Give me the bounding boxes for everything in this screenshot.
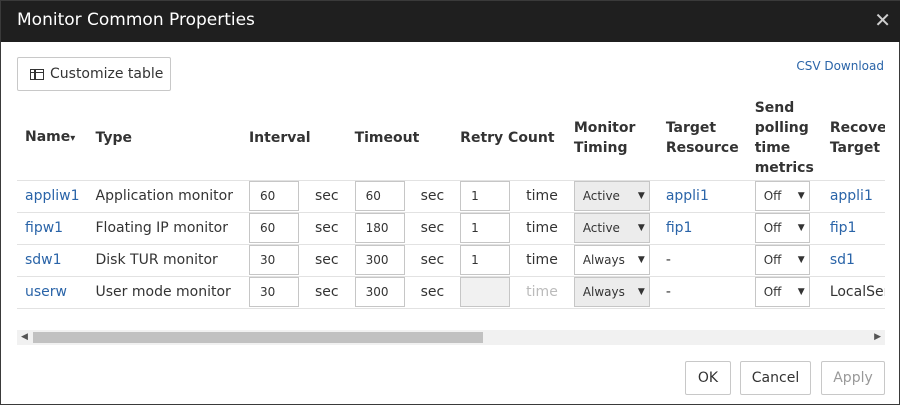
interval-input[interactable]: 60 [248,181,299,211]
monitor-timing-select[interactable]: Always ▼ [573,277,650,307]
cancel-button[interactable]: Cancel [740,361,811,395]
target-resource-link[interactable]: appli1 [657,180,747,213]
table-row: fipw1 Floating IP monitor 60 sec 180 sec… [17,212,885,245]
target-resource-text: - [657,244,747,277]
target-resource-text: - [657,276,747,309]
table-row: sdw1 Disk TUR monitor 30 sec 300 sec 1 t… [17,244,885,277]
chevron-down-icon: ▼ [637,191,645,201]
monitor-name-link[interactable]: userw [17,276,88,309]
header-retry-count: Retry Count [452,96,566,181]
timeout-input[interactable]: 180 [354,213,405,243]
customize-table-label: Customize table [50,66,164,82]
polling-metrics-select[interactable]: Off ▼ [754,277,810,307]
retry-unit: time [518,244,566,277]
chevron-down-icon: ▼ [637,223,645,233]
timeout-unit: sec [412,180,453,213]
interval-unit: sec [306,212,347,245]
retry-unit: time [518,212,566,245]
timeout-input[interactable]: 300 [354,277,405,307]
timeout-input[interactable]: 60 [354,181,405,211]
polling-metrics-select[interactable]: Off ▼ [754,245,810,275]
header-send-polling: Send polling time metrics [746,96,822,181]
chevron-down-icon: ▼ [637,255,645,265]
polling-metrics-select[interactable]: Off ▼ [754,181,810,211]
horizontal-scrollbar[interactable]: ◀ ▶ [17,330,885,345]
customize-table-button[interactable]: Customize table [17,57,171,91]
interval-input[interactable]: 30 [248,277,299,307]
retry-unit: time [518,276,566,309]
header-type: Type [87,96,241,181]
chevron-down-icon: ▼ [797,191,805,201]
monitor-properties-dialog: Monitor Common Properties ✕ Customize ta… [0,0,900,405]
scroll-right-icon[interactable]: ▶ [874,330,881,345]
interval-input[interactable]: 30 [248,245,299,275]
monitor-type: User mode monitor [87,276,241,309]
scroll-left-icon[interactable]: ◀ [21,330,28,345]
table-row: appliw1 Application monitor 60 sec 60 se… [17,180,885,213]
chevron-down-icon: ▼ [797,287,805,297]
scroll-thumb[interactable] [33,332,483,343]
monitor-table-container: Name▾ Type Interval Timeout Retry Count … [17,96,885,326]
polling-metrics-select[interactable]: Off ▼ [754,213,810,243]
chevron-down-icon: ▼ [797,223,805,233]
table-columns-icon [30,68,44,80]
target-resource-link[interactable]: fip1 [657,212,747,245]
retry-count-input[interactable]: 1 [460,181,511,211]
monitor-name-link[interactable]: sdw1 [17,244,88,277]
monitor-timing-select[interactable]: Always ▼ [573,245,650,275]
apply-button: Apply [821,361,885,395]
monitor-type: Disk TUR monitor [87,244,241,277]
retry-count-input[interactable]: 1 [460,245,511,275]
header-name[interactable]: Name▾ [17,96,88,181]
monitor-name-link[interactable]: appliw1 [17,180,88,213]
dialog-title: Monitor Common Properties [17,10,255,30]
retry-unit: time [518,180,566,213]
header-target-resource: Target Resource [657,96,747,181]
header-recovery-target: Recovery Target [821,96,885,181]
header-monitor-timing: Monitor Timing [565,96,658,181]
timeout-unit: sec [412,212,453,245]
retry-count-input [460,277,511,307]
monitor-type: Floating IP monitor [87,212,241,245]
table-header-row: Name▾ Type Interval Timeout Retry Count … [17,96,885,181]
timeout-unit: sec [412,276,453,309]
monitor-timing-select[interactable]: Active ▼ [573,213,650,243]
retry-count-input[interactable]: 1 [460,213,511,243]
csv-download-link[interactable]: CSV Download [796,59,884,73]
recovery-target-link[interactable]: appli1 [821,180,885,213]
header-interval: Interval [240,96,347,181]
monitor-timing-select[interactable]: Active ▼ [573,181,650,211]
monitor-table: Name▾ Type Interval Timeout Retry Count … [17,96,885,309]
dialog-titlebar: Monitor Common Properties ✕ [1,1,900,42]
interval-input[interactable]: 60 [248,213,299,243]
recovery-target-link[interactable]: sd1 [821,244,885,277]
timeout-unit: sec [412,244,453,277]
header-timeout: Timeout [346,96,453,181]
timeout-input[interactable]: 300 [354,245,405,275]
ok-button[interactable]: OK [685,361,731,395]
recovery-target-text: LocalServer [821,276,885,309]
close-icon[interactable]: ✕ [874,8,891,32]
interval-unit: sec [306,276,347,309]
table-row: userw User mode monitor 30 sec 300 sec t… [17,276,885,309]
interval-unit: sec [306,180,347,213]
chevron-down-icon: ▼ [797,255,805,265]
interval-unit: sec [306,244,347,277]
monitor-name-link[interactable]: fipw1 [17,212,88,245]
chevron-down-icon: ▼ [637,287,645,297]
monitor-type: Application monitor [87,180,241,213]
sort-desc-icon: ▾ [70,132,76,144]
recovery-target-link[interactable]: fip1 [821,212,885,245]
